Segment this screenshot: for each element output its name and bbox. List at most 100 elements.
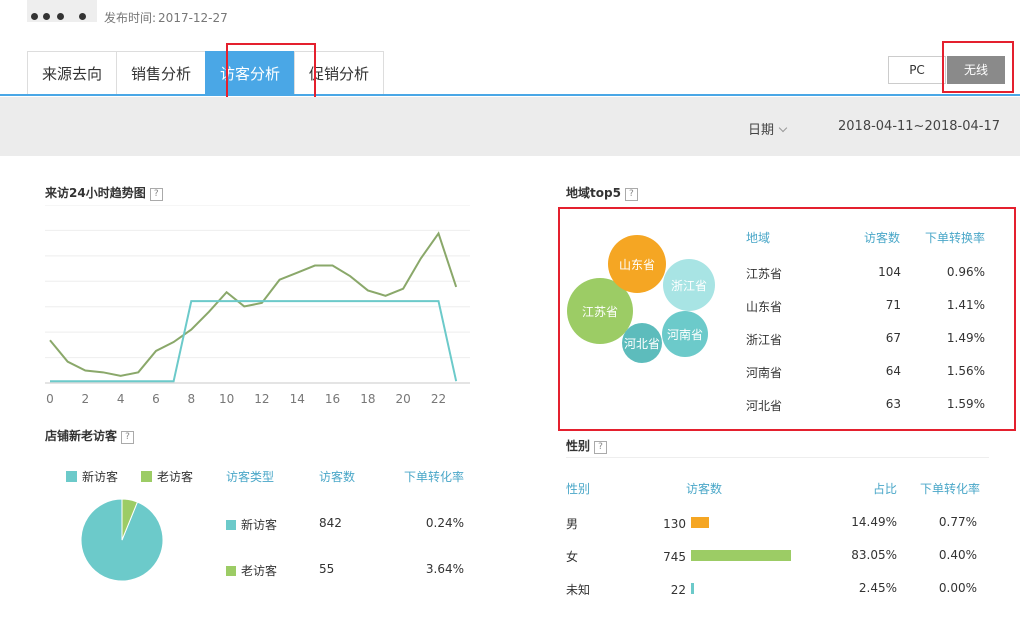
help-icon[interactable]: ? bbox=[624, 188, 638, 201]
region-bubble-chart: 江苏省 山东省 浙江省 河南省 河北省 bbox=[567, 235, 715, 363]
tab-visitors[interactable]: 访客分析 bbox=[205, 51, 296, 95]
x-tick-label: 2 bbox=[81, 392, 89, 405]
visitor-rate: 0.24% bbox=[425, 516, 464, 530]
gender-title: 性别? bbox=[566, 437, 608, 454]
help-icon[interactable]: ? bbox=[594, 441, 608, 454]
gender-count: 745 bbox=[663, 550, 686, 564]
tab-sales[interactable]: 销售分析 bbox=[116, 51, 207, 95]
visitor-type-cell: 新访客 bbox=[226, 516, 277, 533]
tab-promotion[interactable]: 促销分析 bbox=[294, 51, 385, 95]
filter-bar: 日期 2018-04-11~2018-04-17 bbox=[0, 97, 1020, 156]
x-tick-label: 6 bbox=[152, 392, 160, 405]
region-count: 71 bbox=[885, 298, 901, 312]
gender-bar bbox=[691, 583, 694, 594]
region-count: 67 bbox=[885, 331, 901, 345]
date-dropdown[interactable]: 日期 bbox=[748, 119, 788, 138]
x-tick-label: 20 bbox=[396, 392, 411, 405]
tab-source[interactable]: 来源去向 bbox=[27, 51, 118, 95]
visitor-count: 842 bbox=[319, 516, 342, 530]
legend-swatch bbox=[66, 471, 77, 482]
col-header: 访客数 bbox=[864, 231, 901, 245]
col-header: 访客数 bbox=[686, 482, 723, 496]
trend-line-chart: 0 2 4 6 8 10 12 14 16 18 20 22 bbox=[45, 205, 470, 405]
col-header: 地域 bbox=[746, 231, 771, 245]
series-line-1 bbox=[50, 300, 458, 383]
legend-label: 老访客 bbox=[157, 470, 194, 484]
legend-new-visitor: 新访客 bbox=[66, 468, 118, 485]
x-tick-label: 10 bbox=[219, 392, 234, 405]
region-name: 山东省 bbox=[746, 300, 783, 314]
gender-rate: 0.40% bbox=[938, 548, 977, 562]
publish-date-label: 发布时间: bbox=[104, 11, 157, 25]
col-header: 访客类型 bbox=[226, 470, 275, 484]
legend-old-visitor: 老访客 bbox=[141, 468, 193, 485]
x-tick-label: 12 bbox=[254, 392, 269, 405]
trend-title: 来访24小时趋势图? bbox=[45, 184, 163, 201]
bubble-label: 山东省 bbox=[619, 258, 655, 272]
region-rate: 0.96% bbox=[946, 265, 985, 279]
gender-share: 2.45% bbox=[858, 581, 897, 595]
help-icon[interactable]: ? bbox=[149, 188, 163, 201]
gender-label: 女 bbox=[566, 550, 579, 564]
legend-swatch bbox=[141, 471, 152, 482]
gender-bar bbox=[691, 550, 792, 561]
product-thumbnail bbox=[27, 0, 97, 22]
visitors-title: 店铺新老访客? bbox=[45, 427, 135, 444]
col-header: 访客数 bbox=[319, 470, 356, 484]
x-tick-label: 22 bbox=[431, 392, 446, 405]
bubble-label: 河南省 bbox=[667, 327, 703, 342]
divider bbox=[566, 457, 989, 458]
date-range: 2018-04-11~2018-04-17 bbox=[838, 119, 1000, 134]
region-rate: 1.41% bbox=[946, 298, 985, 312]
col-header: 下单转化率 bbox=[403, 470, 464, 484]
region-rate: 1.59% bbox=[946, 397, 985, 411]
col-header: 性别 bbox=[566, 482, 591, 496]
publish-date: 发布时间: 2017-12-27 bbox=[104, 9, 228, 26]
x-tick-label: 18 bbox=[360, 392, 375, 405]
gender-count: 22 bbox=[670, 583, 686, 597]
analysis-tabs: 来源去向 销售分析 访客分析 促销分析 bbox=[27, 51, 385, 95]
gender-share: 14.49% bbox=[851, 515, 897, 529]
help-icon[interactable]: ? bbox=[121, 431, 135, 444]
region-name: 河南省 bbox=[746, 366, 783, 380]
wireless-button[interactable]: 无线 bbox=[947, 56, 1005, 84]
x-tick-label: 8 bbox=[187, 392, 195, 405]
trend-title-text: 来访24小时趋势图 bbox=[45, 186, 146, 200]
x-tick-label: 16 bbox=[325, 392, 340, 405]
swatch bbox=[226, 566, 236, 576]
region-name: 河北省 bbox=[746, 399, 783, 413]
region-count: 63 bbox=[885, 397, 901, 411]
gender-title-text: 性别 bbox=[566, 439, 591, 453]
gender-rate: 0.00% bbox=[938, 581, 977, 595]
region-name: 江苏省 bbox=[746, 267, 783, 281]
date-label: 日期 bbox=[748, 123, 775, 138]
region-name: 浙江省 bbox=[746, 333, 783, 347]
swatch bbox=[226, 520, 236, 530]
visitors-title-text: 店铺新老访客 bbox=[45, 429, 118, 443]
bubble-label: 江苏省 bbox=[582, 305, 618, 319]
x-tick-label: 4 bbox=[117, 392, 125, 405]
region-title-text: 地域top5 bbox=[566, 186, 621, 200]
region-count: 104 bbox=[878, 265, 901, 279]
visitor-count: 55 bbox=[319, 562, 335, 576]
visitor-type: 老访客 bbox=[241, 564, 278, 578]
visitor-type: 新访客 bbox=[241, 518, 278, 532]
region-rate: 1.49% bbox=[946, 331, 985, 345]
gender-label: 未知 bbox=[566, 583, 591, 597]
region-title: 地域top5? bbox=[566, 184, 638, 201]
gender-share: 83.05% bbox=[851, 548, 897, 562]
series-line-0 bbox=[49, 231, 458, 377]
region-count: 64 bbox=[885, 364, 901, 378]
visitors-pie-chart bbox=[80, 498, 164, 582]
publish-date-value: 2017-12-27 bbox=[158, 11, 228, 25]
visitor-rate: 3.64% bbox=[425, 562, 464, 576]
pc-button[interactable]: PC bbox=[888, 56, 946, 84]
chevron-down-icon bbox=[778, 123, 788, 133]
tab-underline bbox=[0, 94, 1020, 96]
col-header: 下单转化率 bbox=[919, 482, 980, 496]
col-header: 下单转换率 bbox=[924, 231, 985, 245]
bubble-label: 浙江省 bbox=[671, 279, 707, 293]
col-header: 占比 bbox=[872, 482, 897, 496]
x-tick-label: 14 bbox=[290, 392, 305, 405]
bubble-label: 河北省 bbox=[624, 337, 660, 351]
